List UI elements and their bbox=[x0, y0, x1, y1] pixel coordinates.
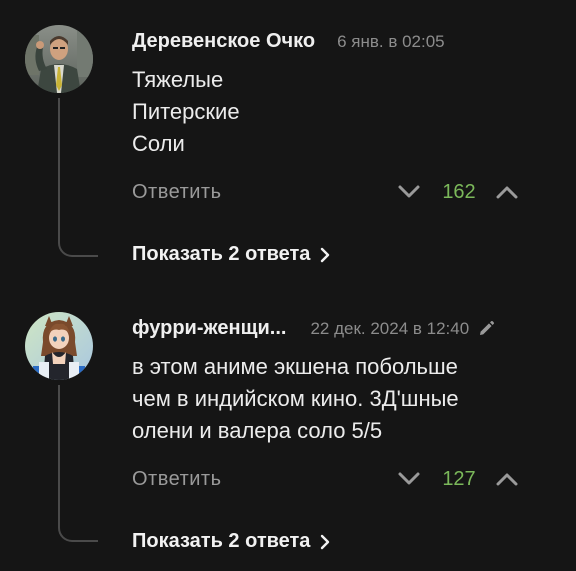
author-name[interactable]: Деревенское Очко bbox=[132, 30, 315, 53]
avatar[interactable] bbox=[25, 312, 93, 380]
comment-text: Тяжелые Питерские Соли bbox=[132, 64, 240, 160]
comment: фурри-женщи... 22 дек. 2024 в 12:40 в эт… bbox=[0, 287, 576, 571]
comment-text-line: в этом аниме экшена побольше bbox=[132, 354, 458, 379]
comment: Деревенское Очко 6 янв. в 02:05 Тяжелые … bbox=[0, 0, 576, 287]
chevron-right-icon bbox=[321, 534, 330, 549]
show-replies-button[interactable]: Показать 2 ответа bbox=[132, 530, 330, 553]
comment-actions: Ответить 127 bbox=[132, 464, 536, 494]
vote-controls: 127 bbox=[396, 464, 520, 494]
comment-timestamp[interactable]: 6 янв. в 02:05 bbox=[337, 32, 445, 52]
reply-button[interactable]: Ответить bbox=[132, 181, 222, 204]
reply-button[interactable]: Ответить bbox=[132, 468, 222, 491]
comment-actions: Ответить 162 bbox=[132, 177, 536, 207]
avatar[interactable] bbox=[25, 25, 93, 93]
chevron-up-icon bbox=[496, 473, 518, 486]
comment-text-line: Соли bbox=[132, 131, 185, 156]
comment-text: в этом аниме экшена побольше чем в индий… bbox=[132, 351, 459, 447]
vote-score: 162 bbox=[442, 180, 476, 203]
comment-timestamp[interactable]: 22 дек. 2024 в 12:40 bbox=[310, 319, 469, 339]
thread-line bbox=[58, 385, 98, 542]
chevron-up-icon bbox=[496, 186, 518, 199]
show-replies-button[interactable]: Показать 2 ответа bbox=[132, 243, 330, 266]
upvote-button[interactable] bbox=[494, 179, 520, 205]
author-name[interactable]: фурри-женщи... bbox=[132, 317, 286, 340]
vote-score: 127 bbox=[442, 467, 476, 490]
thread-line bbox=[58, 98, 98, 257]
comment-text-line: Питерские bbox=[132, 99, 240, 124]
comment-text-line: Тяжелые bbox=[132, 67, 224, 92]
chevron-down-icon bbox=[398, 472, 420, 485]
pencil-edit-icon bbox=[480, 320, 495, 335]
man-in-suit-avatar-icon bbox=[25, 25, 93, 93]
downvote-button[interactable] bbox=[396, 466, 422, 492]
chevron-down-icon bbox=[398, 185, 420, 198]
comment-text-line: олени и валера соло 5/5 bbox=[132, 418, 383, 443]
chevron-right-icon bbox=[321, 247, 330, 262]
vote-controls: 162 bbox=[396, 177, 520, 207]
show-replies-label: Показать 2 ответа bbox=[132, 243, 311, 265]
comment-header: Деревенское Очко 6 янв. в 02:05 bbox=[132, 30, 445, 53]
comment-header: фурри-женщи... 22 дек. 2024 в 12:40 bbox=[132, 317, 495, 340]
downvote-button[interactable] bbox=[396, 179, 422, 205]
anime-girl-avatar-icon bbox=[25, 312, 93, 380]
comment-text-line: чем в индийском кино. 3Д'шные bbox=[132, 386, 459, 411]
show-replies-label: Показать 2 ответа bbox=[132, 530, 311, 552]
upvote-button[interactable] bbox=[494, 466, 520, 492]
